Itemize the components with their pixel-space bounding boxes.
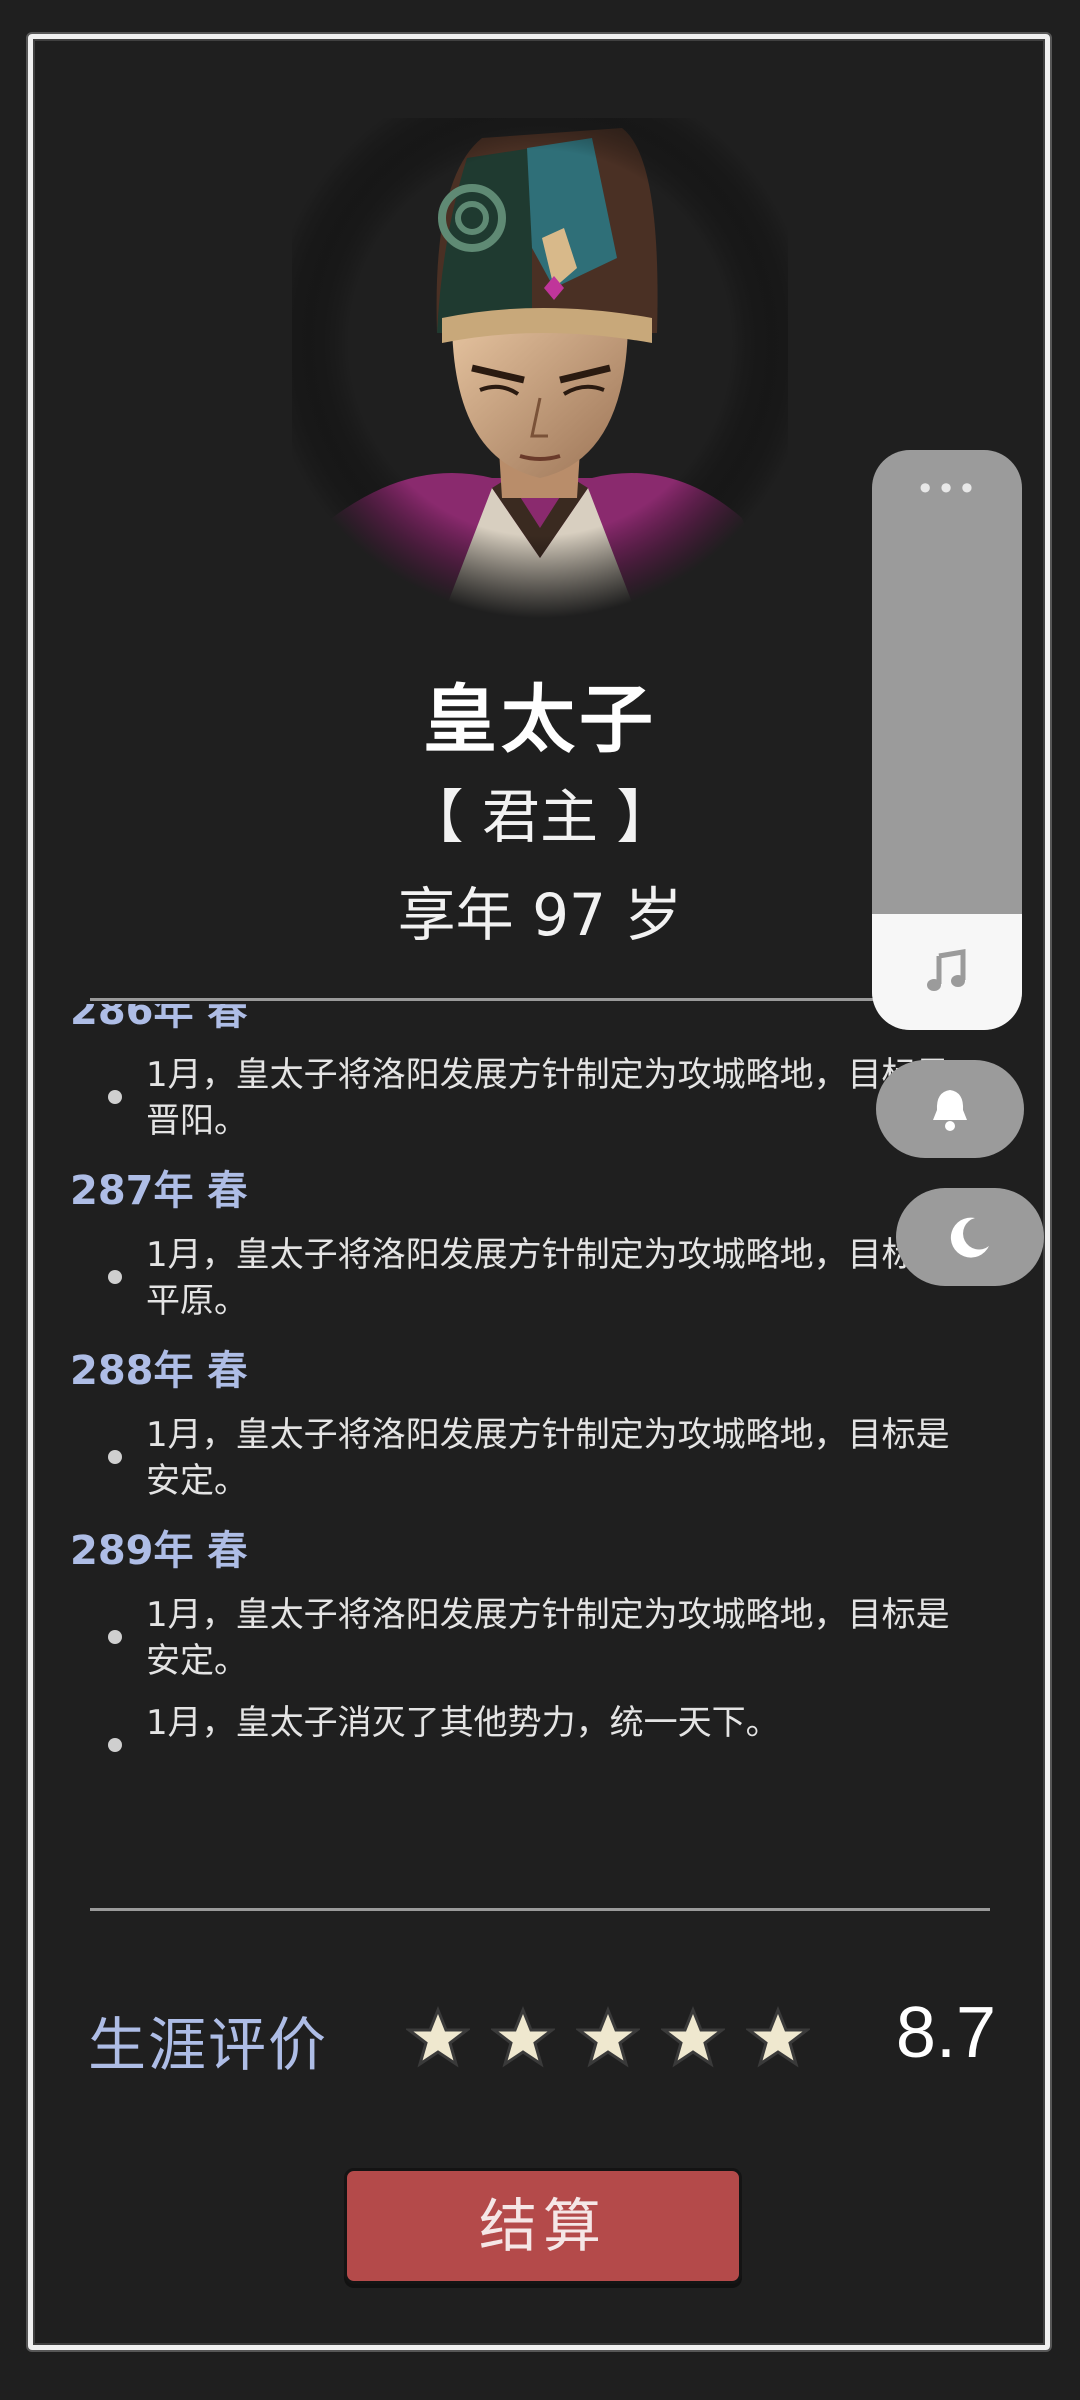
bullet-icon xyxy=(108,1630,122,1644)
top-divider xyxy=(90,998,990,1001)
star-icon xyxy=(746,2006,810,2068)
music-note-icon xyxy=(927,949,966,991)
event-log[interactable]: 286年 春 1月，皇太子将洛阳发展方针制定为攻城略地，目标是晋阳。 287年 春 1… xyxy=(60,1004,1010,1874)
bell-icon xyxy=(933,1090,967,1131)
log-entry-text: 1月，皇太子将洛阳发展方针制定为攻城略地，目标是晋阳。 xyxy=(146,1055,950,1141)
log-year: 287年 春 xyxy=(70,1168,248,1214)
floating-panel[interactable]: ••• xyxy=(872,450,1022,1030)
log-entry-text: 1月，皇太子将洛阳发展方针制定为攻城略地，目标是平原。 xyxy=(146,1235,950,1321)
bell-button[interactable] xyxy=(876,1060,1024,1158)
bullet-icon xyxy=(108,1090,122,1104)
log-entry: 1月，皇太子将洛阳发展方针制定为攻城略地，目标是晋阳。 xyxy=(60,1052,976,1144)
log-entry-text: 1月，皇太子将洛阳发展方针制定为攻城略地，目标是安定。 xyxy=(146,1415,950,1501)
rating-stars xyxy=(406,2006,810,2076)
log-year: 286年 春 xyxy=(70,1004,248,1034)
log-year: 289年 春 xyxy=(70,1528,248,1574)
bullet-icon xyxy=(108,1738,122,1752)
more-dots-icon[interactable]: ••• xyxy=(872,470,1022,508)
star-icon xyxy=(576,2006,640,2068)
settle-button[interactable]: 结算 xyxy=(344,2168,742,2284)
log-entry-text: 1月，皇太子消灭了其他势力，统一天下。 xyxy=(146,1703,780,1743)
bullet-icon xyxy=(108,1450,122,1464)
log-entry-text: 1月，皇太子将洛阳发展方针制定为攻城略地，目标是安定。 xyxy=(146,1595,950,1681)
bullet-icon xyxy=(108,1270,122,1284)
music-button[interactable] xyxy=(872,914,1022,1030)
log-entry: 1月，皇太子将洛阳发展方针制定为攻城略地，目标是安定。 xyxy=(60,1592,976,1684)
star-icon xyxy=(661,2006,725,2068)
log-year: 288年 春 xyxy=(70,1348,248,1394)
log-entry: 1月，皇太子消灭了其他势力，统一天下。 xyxy=(60,1700,976,1752)
moon-icon xyxy=(950,1217,989,1258)
star-icon xyxy=(491,2006,555,2068)
character-portrait xyxy=(292,118,788,618)
log-entry: 1月，皇太子将洛阳发展方针制定为攻城略地，目标是平原。 xyxy=(60,1232,976,1324)
event-log-list: 286年 春 1月，皇太子将洛阳发展方针制定为攻城略地，目标是晋阳。 287年 春 1… xyxy=(60,1004,1010,1762)
night-mode-button[interactable] xyxy=(896,1188,1044,1286)
bottom-divider xyxy=(90,1908,990,1911)
star-icon xyxy=(406,2006,470,2068)
log-entry: 1月，皇太子将洛阳发展方针制定为攻城略地，目标是安定。 xyxy=(60,1412,976,1504)
career-score: 8.7 xyxy=(895,1993,996,2073)
career-rating-label: 生涯评价 xyxy=(88,2011,329,2079)
